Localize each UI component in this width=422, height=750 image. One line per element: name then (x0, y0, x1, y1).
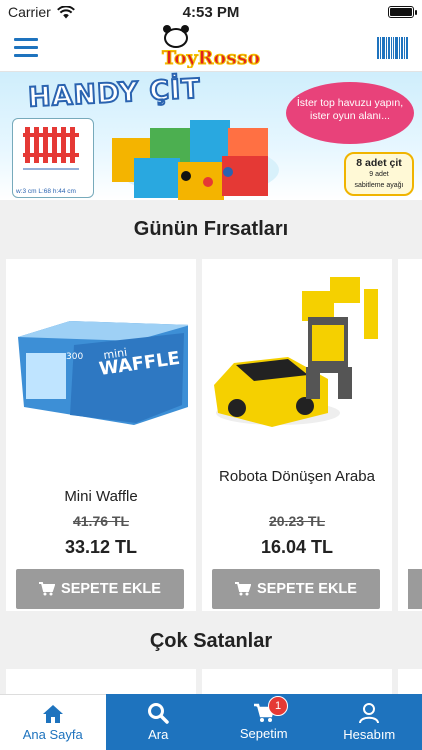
cart-icon (39, 582, 56, 596)
home-icon (42, 704, 63, 723)
tag-line-3: sabitleme ayağı (354, 182, 404, 189)
product-name: Mini Waffle (64, 488, 138, 505)
clock: 4:53 PM (182, 3, 240, 21)
product-name: Robota Dönüşen Araba (219, 468, 375, 485)
svg-text:ToyRosso: ToyRosso (162, 47, 260, 68)
tab-cart[interactable]: Sepetim 1 (211, 694, 317, 750)
colorful-fence-image (112, 120, 279, 200)
add-to-cart-label: SEPETE EKLE (257, 581, 357, 597)
product-price: 16.04 TL (260, 537, 334, 557)
tab-account[interactable]: Hesabım (316, 694, 422, 750)
tab-home-label: Ana Sayfa (22, 726, 83, 742)
tag-line-2: 9 adet (369, 171, 389, 178)
barcode-scanner-icon[interactable] (377, 36, 408, 59)
cart-count-badge: 1 (268, 696, 288, 716)
tab-home[interactable]: Ana Sayfa (0, 694, 106, 750)
banner-dimensions: w:3 cm L:68 h:44 cm (16, 188, 76, 195)
product-image[interactable]: WAFFLE mini 300 (14, 267, 190, 457)
banner-bubble-text: İster top havuzu yapın, ister oyun alanı… (286, 82, 414, 144)
tab-cart-label: Sepetim (239, 726, 288, 741)
tab-account-label: Hesabım (343, 727, 396, 742)
user-icon (359, 703, 380, 724)
tab-search[interactable]: Ara (105, 694, 211, 750)
product-image[interactable] (210, 267, 384, 457)
product-old-price: 20.23 TL (268, 513, 326, 529)
product-card[interactable]: Robota Dönüşen Araba 20.23 TL 16.04 TL S… (202, 259, 392, 611)
tag-line-1: 8 adet çit (356, 157, 402, 169)
bottom-tab-bar: Ana Sayfa Ara Sepetim 1 Hesabım (0, 694, 422, 750)
menu-icon[interactable] (14, 38, 38, 57)
banner-quantity-tag: 8 adet çit 9 adet sabitleme ayağı (344, 152, 414, 196)
fence-dimension-diagram: w:3 cm L:68 h:44 cm (12, 118, 94, 198)
product-old-price: 41.76 TL (72, 513, 130, 529)
promo-banner[interactable]: HANDY ÇİT w:3 cm L:68 h:44 cm İster top … (0, 72, 422, 200)
battery-icon (388, 6, 417, 18)
status-bar: Carrier 4:53 PM (0, 0, 422, 24)
bestsellers-section-title: Çok Satanlar (149, 630, 273, 652)
app-header: ToyRosso (0, 24, 422, 72)
add-to-cart-button[interactable]: SEPETE EKLE (212, 569, 380, 609)
svg-text:300: 300 (66, 352, 83, 362)
product-price: 33.12 TL (64, 537, 138, 557)
add-to-cart-button[interactable]: SEPETE EKLE (16, 569, 184, 609)
add-to-cart-label: SEPETE EKLE (61, 581, 161, 597)
product-card-partial[interactable] (398, 259, 422, 611)
product-card[interactable]: WAFFLE mini 300 Mini Waffle 41.76 TL 33.… (6, 259, 196, 611)
tab-search-label: Ara (148, 727, 169, 742)
deals-section-title: Günün Fırsatları (133, 218, 289, 240)
brand-logo[interactable]: ToyRosso (160, 25, 261, 69)
add-to-cart-button-partial[interactable] (408, 569, 422, 609)
cart-icon (235, 582, 252, 596)
logo-wordmark: ToyRosso (162, 47, 261, 69)
search-icon (148, 703, 169, 724)
